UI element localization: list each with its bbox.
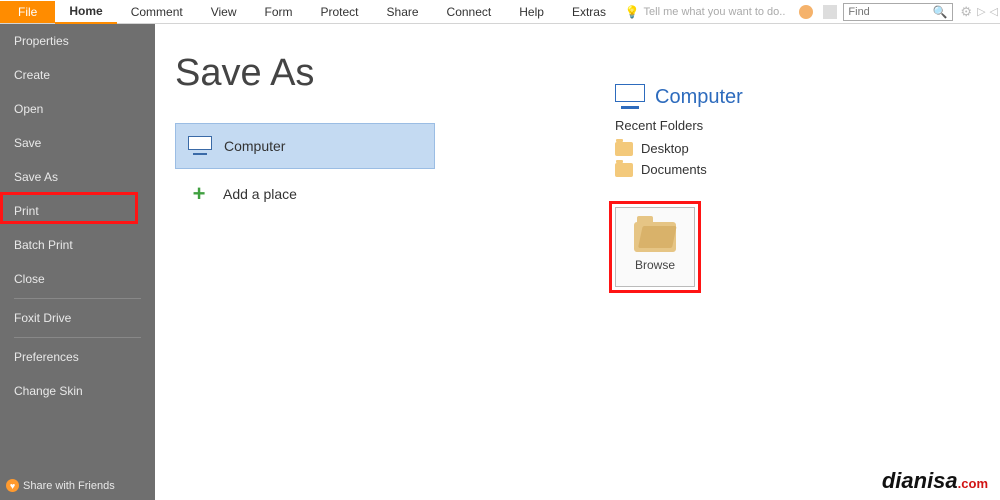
computer-panel: Computer Recent Folders Desktop Document… — [615, 84, 743, 287]
tab-home[interactable]: Home — [55, 0, 116, 24]
location-addplace-label: Add a place — [223, 186, 297, 202]
sidebar-item-close[interactable]: Close — [0, 262, 155, 296]
sidebar-item-properties[interactable]: Properties — [0, 24, 155, 58]
tab-form[interactable]: Form — [251, 1, 307, 23]
tab-share[interactable]: Share — [373, 1, 433, 23]
sidebar-item-saveas[interactable]: Save As — [0, 160, 155, 194]
tab-connect[interactable]: Connect — [433, 1, 506, 23]
heart-icon: ♥ — [6, 479, 19, 492]
page-title: Save As — [175, 52, 1000, 95]
find-box[interactable]: 🔍 — [843, 3, 953, 21]
location-add-a-place[interactable]: + Add a place — [175, 169, 435, 219]
sidebar-item-print[interactable]: Print — [0, 194, 155, 228]
recent-folder-label: Desktop — [641, 141, 689, 156]
sidebar-item-save[interactable]: Save — [0, 126, 155, 160]
recent-folder-documents[interactable]: Documents — [615, 162, 743, 177]
ribbon-tabs: File Home Comment View Form Protect Shar… — [0, 0, 1000, 24]
sidebar-separator — [14, 337, 141, 338]
tab-extras[interactable]: Extras — [558, 1, 620, 23]
tab-view[interactable]: View — [197, 1, 251, 23]
tellme-input[interactable]: Tell me what you want to do.. — [644, 6, 786, 18]
browse-label: Browse — [635, 258, 675, 272]
computer-icon — [188, 136, 212, 156]
search-icon[interactable]: 🔍 — [930, 4, 950, 20]
save-locations: Computer + Add a place — [175, 123, 435, 219]
watermark-suffix: .com — [958, 476, 988, 491]
sidebar-item-foxitdrive[interactable]: Foxit Drive — [0, 301, 155, 335]
sidebar-share-with-friends[interactable]: ♥ Share with Friends — [0, 471, 155, 500]
recent-folder-label: Documents — [641, 162, 707, 177]
sidebar-separator — [14, 298, 141, 299]
sidebar-item-changeskin[interactable]: Change Skin — [0, 374, 155, 408]
recent-folder-desktop[interactable]: Desktop — [615, 141, 743, 156]
folder-icon — [615, 163, 633, 177]
find-input[interactable] — [844, 6, 930, 18]
recent-folders-label: Recent Folders — [615, 118, 743, 133]
nav-next-icon[interactable]: ◁ — [990, 5, 998, 18]
plus-icon: + — [187, 181, 211, 207]
tab-protect[interactable]: Protect — [307, 1, 373, 23]
sidebar-item-create[interactable]: Create — [0, 58, 155, 92]
nav-prev-icon[interactable]: ▷ — [977, 5, 985, 18]
tab-help[interactable]: Help — [505, 1, 558, 23]
doc-icon[interactable] — [823, 5, 837, 19]
notification-icon[interactable] — [799, 5, 813, 19]
gear-icon[interactable]: ⚙ — [960, 4, 972, 20]
folder-open-icon — [634, 222, 676, 252]
location-computer-label: Computer — [224, 138, 285, 154]
sidebar-item-preferences[interactable]: Preferences — [0, 340, 155, 374]
location-computer[interactable]: Computer — [175, 123, 435, 169]
watermark: dianisa.com — [882, 468, 988, 494]
tab-file[interactable]: File — [0, 1, 55, 23]
watermark-text: dianisa — [882, 468, 958, 493]
sidebar-item-batchprint[interactable]: Batch Print — [0, 228, 155, 262]
backstage-content: Save As Computer + Add a place Computer … — [155, 24, 1000, 500]
backstage-sidebar: Properties Create Open Save Save As Prin… — [0, 24, 155, 500]
tab-comment[interactable]: Comment — [117, 1, 197, 23]
browse-button[interactable]: Browse — [615, 207, 695, 287]
folder-icon — [615, 142, 633, 156]
computer-icon — [615, 84, 645, 110]
lightbulb-icon: 💡 — [625, 5, 640, 19]
sidebar-item-open[interactable]: Open — [0, 92, 155, 126]
computer-heading-label: Computer — [655, 86, 743, 109]
computer-heading: Computer — [615, 84, 743, 110]
share-friends-label: Share with Friends — [23, 480, 115, 492]
